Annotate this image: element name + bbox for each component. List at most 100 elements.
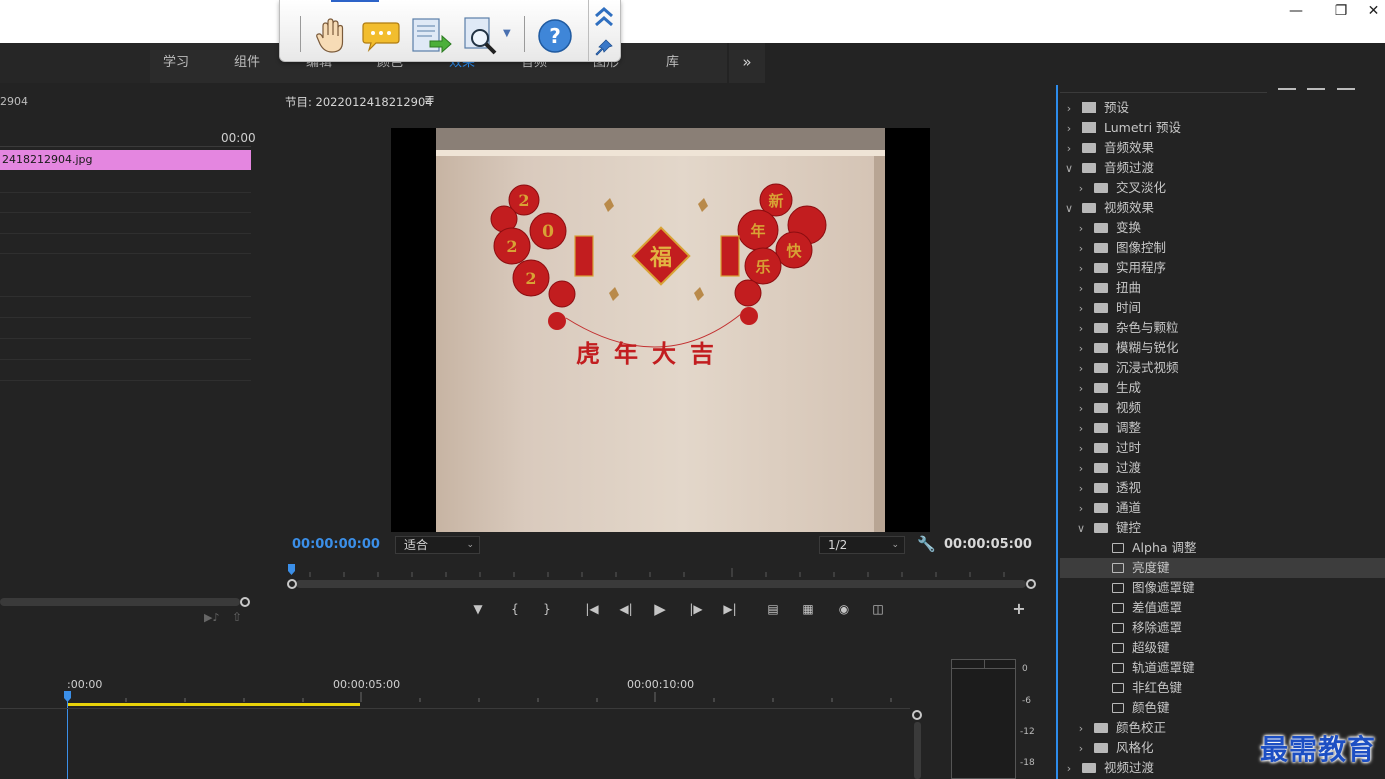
- effects-tree-item[interactable]: 图像遮罩键: [1060, 578, 1385, 598]
- current-timecode[interactable]: 00:00:00:00: [292, 537, 380, 552]
- chevron-down-icon[interactable]: ∨: [1076, 519, 1086, 539]
- chevron-right-icon[interactable]: ›: [1064, 99, 1074, 119]
- chevron-right-icon[interactable]: ›: [1076, 179, 1086, 199]
- chevron-right-icon[interactable]: ›: [1076, 459, 1086, 479]
- extract-icon[interactable]: ▦: [798, 600, 818, 618]
- chevron-right-icon[interactable]: ›: [1076, 299, 1086, 319]
- effects-tree-item[interactable]: › 过渡: [1060, 458, 1385, 478]
- chevron-right-icon[interactable]: ›: [1076, 219, 1086, 239]
- chevron-down-icon[interactable]: ∨: [1064, 159, 1074, 179]
- playhead-icon[interactable]: [64, 691, 72, 703]
- clip-item[interactable]: 2418212904.jpg: [0, 150, 251, 170]
- chevron-right-icon[interactable]: ›: [1076, 279, 1086, 299]
- resolution-dropdown[interactable]: 1/2 ⌄: [819, 536, 905, 554]
- effects-tree-item[interactable]: 轨道遮罩键: [1060, 658, 1385, 678]
- program-scrollbar[interactable]: [296, 580, 1026, 588]
- chevron-right-icon[interactable]: ›: [1076, 479, 1086, 499]
- effects-tree-item[interactable]: ∨ 视频效果: [1060, 198, 1385, 218]
- tab-learn[interactable]: 学习: [163, 43, 189, 83]
- effects-tree-item[interactable]: 非红色键: [1060, 678, 1385, 698]
- effects-tree-item[interactable]: › 透视: [1060, 478, 1385, 498]
- export-document-icon[interactable]: [410, 17, 452, 55]
- effects-tree-item[interactable]: › 过时: [1060, 438, 1385, 458]
- export-frame-icon[interactable]: ⇧: [232, 610, 242, 624]
- play-icon[interactable]: ▶: [650, 600, 670, 618]
- chevron-right-icon[interactable]: ›: [1076, 719, 1086, 739]
- effects-tree-item[interactable]: › 实用程序: [1060, 258, 1385, 278]
- step-back-icon[interactable]: ◀|: [616, 600, 636, 618]
- effects-tree-item[interactable]: › 交叉淡化: [1060, 178, 1385, 198]
- go-to-out-icon[interactable]: ▶|: [720, 600, 740, 618]
- zoom-dropdown[interactable]: 适合 ⌄: [395, 536, 480, 554]
- scrollbar-handle-left[interactable]: [287, 579, 297, 589]
- button-editor-plus-icon[interactable]: +: [1009, 600, 1029, 618]
- lift-icon[interactable]: ▤: [763, 600, 783, 618]
- mark-out-icon[interactable]: }: [537, 600, 557, 618]
- work-area-bar[interactable]: [67, 703, 360, 706]
- effects-tree-item[interactable]: 超级键: [1060, 638, 1385, 658]
- effects-tree-item[interactable]: › 变换: [1060, 218, 1385, 238]
- chevron-right-icon[interactable]: ›: [1064, 119, 1074, 139]
- chevron-right-icon[interactable]: ›: [1064, 759, 1074, 779]
- yuv-effects-icon[interactable]: [1337, 88, 1355, 90]
- step-forward-icon[interactable]: |▶: [686, 600, 706, 618]
- effects-tree-item[interactable]: › 音频效果: [1060, 138, 1385, 158]
- program-ruler[interactable]: [288, 564, 1032, 578]
- accelerated-effects-icon[interactable]: [1278, 88, 1296, 90]
- effects-tree-item[interactable]: 亮度键: [1060, 558, 1385, 578]
- effects-tree-item[interactable]: › Lumetri 预设: [1060, 118, 1385, 138]
- chevron-right-icon[interactable]: ›: [1076, 359, 1086, 379]
- wrench-icon[interactable]: 🔧: [917, 535, 936, 553]
- scrollbar-handle[interactable]: [240, 597, 250, 607]
- chevron-right-icon[interactable]: ›: [1076, 259, 1086, 279]
- insert-audio-icon[interactable]: ▶♪: [204, 611, 219, 624]
- more-workspaces-icon[interactable]: »: [729, 43, 765, 83]
- tab-assembly[interactable]: 组件: [234, 43, 260, 83]
- chevron-right-icon[interactable]: ›: [1076, 339, 1086, 359]
- panel-menu-icon[interactable]: ≡: [424, 92, 435, 107]
- chevron-right-icon[interactable]: ›: [1076, 499, 1086, 519]
- effects-tree-item[interactable]: ∨ 键控: [1060, 518, 1385, 538]
- add-marker-icon[interactable]: ▼: [468, 600, 488, 618]
- effects-tree-item[interactable]: › 时间: [1060, 298, 1385, 318]
- tab-libraries[interactable]: 库: [666, 43, 679, 83]
- mark-in-icon[interactable]: {: [505, 600, 525, 618]
- hand-icon[interactable]: [314, 18, 348, 54]
- collapse-up-icon[interactable]: [594, 6, 614, 28]
- chevron-right-icon[interactable]: ›: [1076, 399, 1086, 419]
- effects-search-input[interactable]: [1060, 85, 1267, 93]
- comparison-view-icon[interactable]: ◫: [868, 600, 888, 618]
- chevron-right-icon[interactable]: ›: [1076, 439, 1086, 459]
- chevron-right-icon[interactable]: ›: [1064, 139, 1074, 159]
- chevron-down-icon[interactable]: ∨: [1064, 199, 1074, 219]
- go-to-in-icon[interactable]: |◀: [582, 600, 602, 618]
- effects-tree-item[interactable]: › 图像控制: [1060, 238, 1385, 258]
- effects-tree-item[interactable]: › 沉浸式视频: [1060, 358, 1385, 378]
- effects-tree-item[interactable]: 颜色键: [1060, 698, 1385, 718]
- effects-tree-item[interactable]: › 通道: [1060, 498, 1385, 518]
- close-button[interactable]: ✕: [1362, 0, 1385, 22]
- effects-tree-item[interactable]: › 扭曲: [1060, 278, 1385, 298]
- chevron-right-icon[interactable]: ›: [1076, 319, 1086, 339]
- comment-icon[interactable]: [362, 20, 400, 52]
- effects-tree-item[interactable]: Alpha 调整: [1060, 538, 1385, 558]
- scrollbar-handle-right[interactable]: [1026, 579, 1036, 589]
- zoom-scrollbar[interactable]: [0, 598, 240, 606]
- chevron-right-icon[interactable]: ›: [1076, 739, 1086, 759]
- effects-tree-item[interactable]: 差值遮罩: [1060, 598, 1385, 618]
- chevron-right-icon[interactable]: ›: [1076, 379, 1086, 399]
- search-document-icon[interactable]: [462, 16, 502, 56]
- effects-tree-item[interactable]: ∨ 音频过渡: [1060, 158, 1385, 178]
- playhead-line[interactable]: [67, 692, 68, 779]
- timeline-ruler-ticks[interactable]: [67, 692, 917, 702]
- timeline-scroll-handle[interactable]: [912, 710, 922, 720]
- export-frame-camera-icon[interactable]: ◉: [834, 600, 854, 618]
- 32bit-effects-icon[interactable]: [1307, 88, 1325, 90]
- effects-tree-item[interactable]: › 生成: [1060, 378, 1385, 398]
- dropdown-arrow-icon[interactable]: ▼: [503, 28, 511, 39]
- effects-tree-item[interactable]: › 视频: [1060, 398, 1385, 418]
- effects-tree-item[interactable]: › 预设: [1060, 98, 1385, 118]
- effects-tree-item[interactable]: › 模糊与锐化: [1060, 338, 1385, 358]
- effects-tree-item[interactable]: › 杂色与颗粒: [1060, 318, 1385, 338]
- help-icon[interactable]: ?: [537, 18, 573, 54]
